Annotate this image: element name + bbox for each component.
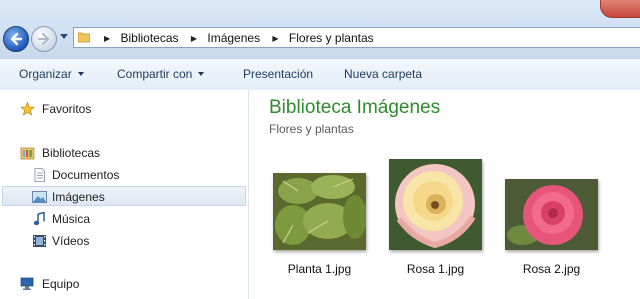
address-bar-area: ▶ Bibliotecas ▶ Imágenes ▶ Flores y plan… <box>0 0 640 58</box>
document-icon <box>34 168 45 182</box>
pale-rose-image <box>389 159 482 250</box>
page-title: Biblioteca Imágenes <box>269 97 441 118</box>
sidebar-item-label: Vídeos <box>52 234 90 248</box>
forward-button[interactable] <box>31 26 57 52</box>
new-folder-button[interactable]: Nueva carpeta <box>344 67 422 81</box>
plant-leaves-image <box>273 173 366 250</box>
organize-label: Organizar <box>19 67 72 81</box>
sidebar-item-label: Equipo <box>42 277 80 291</box>
share-with-menu-button[interactable]: Compartir con <box>117 67 205 81</box>
chevron-right-icon[interactable]: ▶ <box>104 34 110 43</box>
file-name-rosa-1[interactable]: Rosa 1.jpg <box>385 262 486 276</box>
content-pane: Biblioteca Imágenes Flores y plantas Pla… <box>249 90 640 299</box>
music-note-icon <box>33 212 45 226</box>
chevron-down-icon <box>198 72 205 76</box>
slideshow-button[interactable]: Presentación <box>243 67 313 81</box>
sidebar-item-label: Imágenes <box>52 190 105 204</box>
back-button[interactable] <box>3 26 29 52</box>
thumbnail-rosa-2[interactable] <box>505 179 598 250</box>
navigation-pane: Favoritos Bibliotecas Documentos Imágene… <box>0 90 249 299</box>
sidebar-item-label: Documentos <box>52 168 120 182</box>
recent-pages-dropdown[interactable] <box>60 34 68 39</box>
share-with-label: Compartir con <box>117 67 193 81</box>
file-name-planta-1[interactable]: Planta 1.jpg <box>269 262 370 276</box>
command-toolbar: Organizar Compartir con Presentación Nue… <box>0 58 640 91</box>
star-icon <box>20 102 35 116</box>
sidebar-item-label: Música <box>52 212 91 226</box>
film-icon <box>33 235 46 247</box>
sidebar-item-label: Favoritos <box>42 102 92 116</box>
file-name-rosa-2[interactable]: Rosa 2.jpg <box>501 262 602 276</box>
pink-rose-image <box>505 179 598 250</box>
back-arrow-icon <box>10 32 23 46</box>
page-subtitle: Flores y plantas <box>269 122 354 136</box>
library-icon <box>20 147 35 160</box>
breadcrumb: ▶ Bibliotecas ▶ Imágenes ▶ Flores y plan… <box>98 31 377 45</box>
forward-arrow-icon <box>38 33 49 45</box>
chevron-down-icon <box>77 72 84 76</box>
computer-icon <box>20 277 34 290</box>
breadcrumb-item-imagenes[interactable]: Imágenes <box>207 31 260 45</box>
sidebar-item-label: Bibliotecas <box>42 146 101 160</box>
breadcrumb-item-flores-y-plantas[interactable]: Flores y plantas <box>289 31 374 45</box>
close-button[interactable] <box>600 0 640 18</box>
chevron-right-icon[interactable]: ▶ <box>191 34 197 43</box>
address-field[interactable]: ▶ Bibliotecas ▶ Imágenes ▶ Flores y plan… <box>73 27 640 48</box>
picture-icon <box>32 191 47 203</box>
organize-menu-button[interactable]: Organizar <box>19 67 84 81</box>
breadcrumb-item-bibliotecas[interactable]: Bibliotecas <box>121 31 179 45</box>
thumbnail-rosa-1[interactable] <box>389 159 482 250</box>
folder-icon <box>78 32 90 43</box>
thumbnail-planta-1[interactable] <box>273 173 366 250</box>
chevron-right-icon[interactable]: ▶ <box>272 34 278 43</box>
